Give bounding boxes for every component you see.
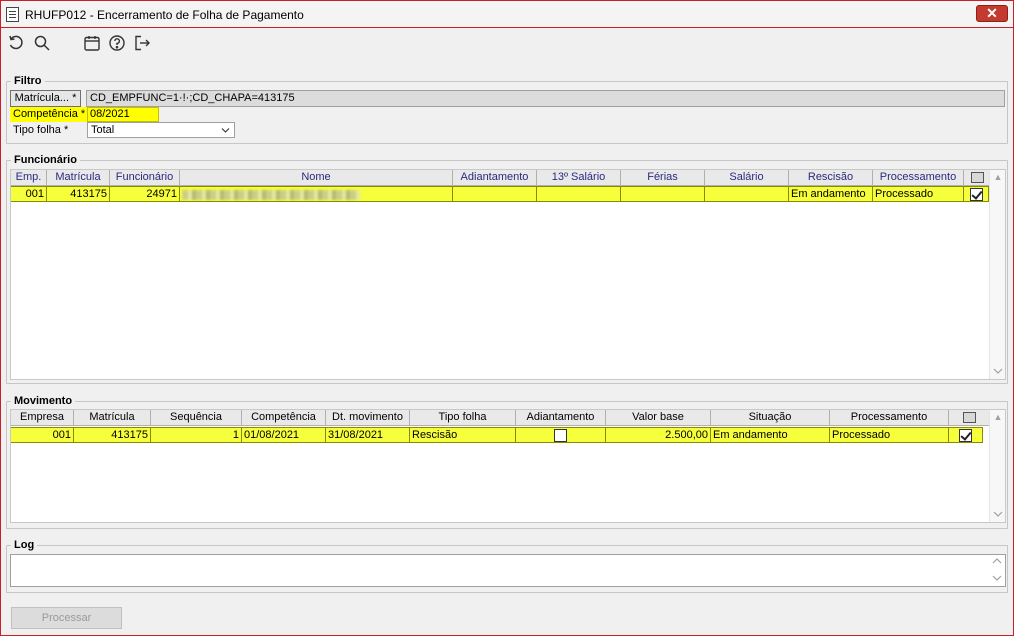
row-select-checkbox[interactable] xyxy=(969,187,983,201)
log-scrollbar[interactable] xyxy=(989,555,1005,586)
col-header-salario[interactable]: Salário xyxy=(705,170,789,186)
row-select-checkbox[interactable] xyxy=(959,428,972,442)
filtro-group-label: Filtro xyxy=(11,74,45,88)
scroll-up-icon[interactable] xyxy=(992,557,1002,567)
funcionario-group-label: Funcionário xyxy=(11,153,80,167)
tipo-folha-label: Tipo folha * xyxy=(13,124,69,136)
scroll-up-icon[interactable]: ▲ xyxy=(993,412,1003,422)
cell-adiantamento xyxy=(453,186,537,202)
toolbar xyxy=(1,29,1013,59)
cell-funcionario: 24971 xyxy=(110,186,180,202)
cell-valor-base: 2.500,00 xyxy=(606,427,711,443)
app-window: RHUFP012 - Encerramento de Folha de Paga… xyxy=(0,0,1014,636)
select-all-checkbox[interactable] xyxy=(970,171,984,183)
table-row[interactable]: 001 413175 1 01/08/2021 31/08/2021 Resci… xyxy=(11,427,983,443)
movimento-header-row: Empresa Matrícula Sequência Competência … xyxy=(11,410,991,426)
scroll-down-icon[interactable] xyxy=(992,574,1002,584)
col-header-matricula[interactable]: Matrícula xyxy=(47,170,110,186)
tipo-folha-value: Total xyxy=(91,124,115,136)
redacted-name xyxy=(182,190,360,200)
competencia-input[interactable]: 08/2021 xyxy=(87,107,159,122)
cell-empresa: 001 xyxy=(11,427,74,443)
processar-button[interactable]: Processar xyxy=(11,607,122,629)
help-icon[interactable] xyxy=(108,34,126,52)
cell-adiantamento[interactable] xyxy=(516,427,606,443)
movimento-grid: Empresa Matrícula Sequência Competência … xyxy=(10,409,1006,523)
funcionario-scrollbar[interactable]: ▲ xyxy=(989,170,1005,379)
scroll-down-icon[interactable] xyxy=(993,367,1003,377)
col-header-emp[interactable]: Emp. xyxy=(11,170,47,186)
cell-select[interactable] xyxy=(964,186,989,202)
matricula-button[interactable]: Matrícula... * xyxy=(10,90,81,107)
log-group-label: Log xyxy=(11,538,38,552)
exit-icon[interactable] xyxy=(133,34,151,52)
cell-rescisao: Em andamento xyxy=(789,186,873,202)
cell-dt-movimento: 31/08/2021 xyxy=(326,427,410,443)
competencia-label: Competência * xyxy=(10,107,87,122)
cell-emp: 001 xyxy=(11,186,47,202)
funcionario-header-row: Emp. Matrícula Funcionário Nome Adiantam… xyxy=(11,170,991,186)
col-header-adiantamento[interactable]: Adiantamento xyxy=(453,170,537,186)
filter-expression-field: CD_EMPFUNC=1·!·;CD_CHAPA=413175 xyxy=(86,90,1005,107)
adiantamento-checkbox[interactable] xyxy=(554,428,567,442)
cell-13-salario xyxy=(537,186,621,202)
tipo-folha-select[interactable]: Total xyxy=(87,122,235,138)
cell-sequencia: 1 xyxy=(151,427,242,443)
movimento-scrollbar[interactable]: ▲ xyxy=(989,410,1005,522)
col-header-matricula[interactable]: Matrícula xyxy=(74,410,151,426)
cell-competencia: 01/08/2021 xyxy=(242,427,326,443)
col-header-nome[interactable]: Nome xyxy=(180,170,453,186)
col-header-ferias[interactable]: Férias xyxy=(621,170,705,186)
col-header-adiantamento[interactable]: Adiantamento xyxy=(516,410,606,426)
cell-tipo-folha: Rescisão xyxy=(410,427,516,443)
col-header-processamento[interactable]: Processamento xyxy=(873,170,964,186)
col-header-competencia[interactable]: Competência xyxy=(242,410,326,426)
col-header-select-all[interactable] xyxy=(964,170,991,186)
cell-select[interactable] xyxy=(949,427,983,443)
movimento-group-label: Movimento xyxy=(11,394,76,408)
calendar-icon[interactable] xyxy=(83,34,101,52)
col-header-empresa[interactable]: Empresa xyxy=(11,410,74,426)
scroll-down-icon[interactable] xyxy=(993,510,1003,520)
col-header-sequencia[interactable]: Sequência xyxy=(151,410,242,426)
cell-nome xyxy=(180,186,453,202)
cell-situacao: Em andamento xyxy=(711,427,830,443)
cell-matricula: 413175 xyxy=(74,427,151,443)
cell-matricula: 413175 xyxy=(47,186,110,202)
table-row[interactable]: 001 413175 24971 Em andamento Processado xyxy=(11,186,989,202)
search-icon[interactable] xyxy=(33,34,51,52)
scroll-up-icon[interactable]: ▲ xyxy=(993,172,1003,182)
col-header-13-salario[interactable]: 13º Salário xyxy=(537,170,621,186)
col-header-rescisao[interactable]: Rescisão xyxy=(789,170,873,186)
col-header-tipo-folha[interactable]: Tipo folha xyxy=(410,410,516,426)
cell-processamento: Processado xyxy=(873,186,964,202)
select-all-checkbox[interactable] xyxy=(963,411,976,423)
col-header-valor-base[interactable]: Valor base xyxy=(606,410,711,426)
cell-salario xyxy=(705,186,789,202)
close-button[interactable]: ✕ xyxy=(976,5,1008,22)
title-bar: RHUFP012 - Encerramento de Folha de Paga… xyxy=(1,1,1013,28)
col-header-dt-movimento[interactable]: Dt. movimento xyxy=(326,410,410,426)
funcionario-grid: Emp. Matrícula Funcionário Nome Adiantam… xyxy=(10,169,1006,380)
cell-ferias xyxy=(621,186,705,202)
undo-icon[interactable] xyxy=(7,34,25,52)
cell-processamento: Processado xyxy=(830,427,949,443)
col-header-situacao[interactable]: Situação xyxy=(711,410,830,426)
log-textarea[interactable] xyxy=(10,554,1006,587)
document-icon xyxy=(6,7,19,22)
window-title: RHUFP012 - Encerramento de Folha de Paga… xyxy=(25,8,304,22)
col-header-select-all[interactable] xyxy=(949,410,991,426)
chevron-down-icon xyxy=(221,123,230,142)
col-header-processamento[interactable]: Processamento xyxy=(830,410,949,426)
col-header-funcionario[interactable]: Funcionário xyxy=(110,170,180,186)
